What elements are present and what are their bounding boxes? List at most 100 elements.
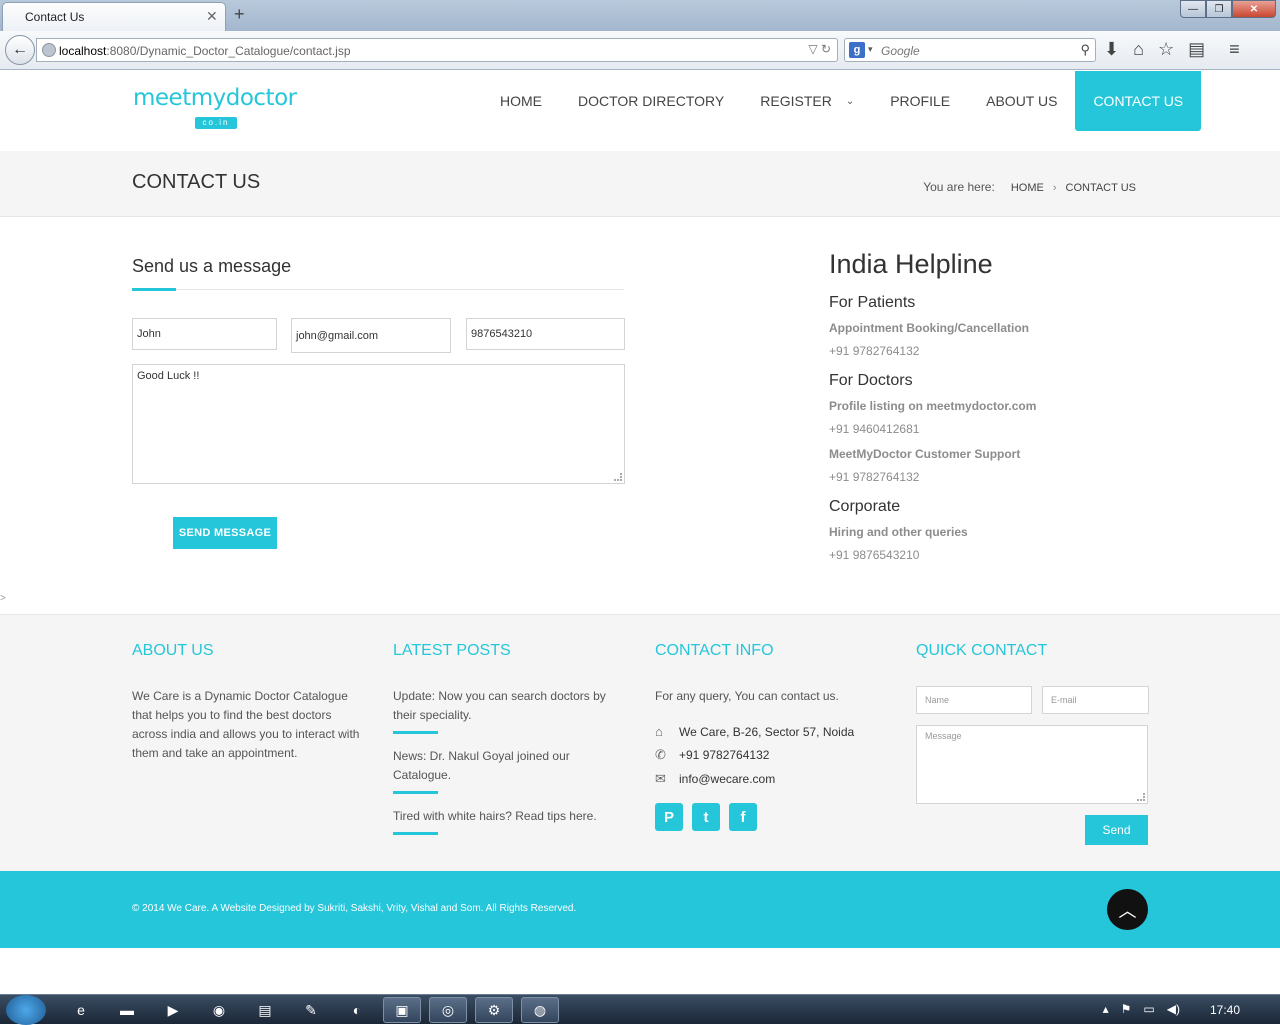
copyright-text: © 2014 We Care. A Website Designed by Su… [132, 903, 577, 914]
nav-doctor-directory[interactable]: DOCTOR DIRECTORY [560, 71, 742, 131]
post-item[interactable]: Update: Now you can search doctors by th… [393, 687, 623, 734]
nav-register-label: REGISTER [760, 93, 832, 109]
window-close-icon[interactable]: ✕ [1232, 0, 1276, 18]
doctors-heading: For Doctors [829, 372, 913, 389]
tab-title: Contact Us [25, 10, 85, 24]
message-field[interactable]: Good Luck !! [132, 364, 625, 484]
site-header: meetmydoctor co.in HOME DOCTOR DIRECTORY… [0, 71, 1280, 151]
footer-quick-title: QUICK CONTACT [916, 642, 1048, 659]
logo-subtext: co.in [195, 117, 237, 129]
globe-icon [42, 43, 56, 57]
quick-email-input[interactable]: E-mail [1042, 686, 1149, 714]
notepad-icon[interactable]: ▤ [246, 997, 284, 1023]
eclipse-icon[interactable]: ◐ [338, 997, 376, 1023]
minimize-icon[interactable]: — [1180, 0, 1206, 18]
new-tab-icon[interactable]: + [234, 4, 245, 25]
post-divider [393, 791, 438, 794]
phone-text: +91 9782764132 [679, 748, 770, 762]
network-icon[interactable]: ▭ [1143, 1002, 1154, 1016]
home-icon[interactable]: ⌂ [1133, 39, 1144, 60]
corporate-heading: Corporate [829, 498, 901, 515]
name-field[interactable]: John [132, 318, 277, 350]
reload-icon[interactable]: ▽ ↻ [808, 42, 831, 56]
bookmark-star-icon[interactable]: ☆ [1158, 39, 1174, 60]
copyright-bar: © 2014 We Care. A Website Designed by Su… [0, 871, 1280, 948]
scroll-top-icon[interactable]: ︿ [1107, 889, 1148, 930]
app-window-icon[interactable]: ▣ [383, 997, 421, 1023]
post-text: News: Dr. Nakul Goyal joined our Catalog… [393, 749, 570, 782]
helpline-title: India Helpline [829, 249, 993, 279]
editor-icon[interactable]: ✎ [292, 997, 330, 1023]
corporate-phone: +91 9876543210 [829, 548, 920, 562]
form-divider [132, 289, 624, 290]
nav-profile[interactable]: PROFILE [872, 71, 968, 131]
post-item[interactable]: Tired with white hairs? Read tips here. [393, 807, 623, 835]
phone-icon: ✆ [655, 747, 666, 762]
os-taskbar: e ▬ ▶ ◉ ▤ ✎ ◐ ▣ ◎ ⚙ ◍ ▴ ⚑ ▭ ◀) 17:40 [0, 994, 1280, 1025]
ie-icon[interactable]: e [62, 997, 100, 1023]
url-bar[interactable]: localhost:8080/Dynamic_Doctor_Catalogue/… [36, 38, 838, 62]
resize-handle-icon[interactable] [614, 473, 622, 481]
support-phone: +91 9782764132 [829, 470, 920, 484]
firefox-icon[interactable]: ◎ [429, 997, 467, 1023]
pinterest-icon[interactable]: P [655, 803, 683, 831]
twitter-icon[interactable]: t [692, 803, 720, 831]
browser-tab[interactable]: Contact Us ✕ [2, 2, 226, 31]
email-text[interactable]: info@wecare.com [679, 772, 775, 786]
resize-handle-icon[interactable] [1137, 793, 1145, 801]
reading-list-icon[interactable]: ▤ [1188, 39, 1205, 60]
quick-message-input[interactable]: Message [916, 725, 1148, 804]
flag-icon[interactable]: ⚑ [1121, 1002, 1132, 1016]
footer-posts: LATEST POSTS Update: Now you can search … [393, 642, 623, 848]
breadcrumb: You are here: HOME › CONTACT US [923, 180, 1136, 194]
nav-home[interactable]: HOME [482, 71, 560, 131]
helpline-panel: India Helpline For Patients Appointment … [829, 249, 1149, 573]
volume-icon[interactable]: ◀) [1167, 1002, 1180, 1016]
download-icon[interactable]: ⬇ [1104, 39, 1119, 60]
tab-close-icon[interactable]: ✕ [206, 8, 218, 25]
clock[interactable]: 17:40 [1210, 1003, 1240, 1017]
email-field[interactable]: john@gmail.com [291, 318, 451, 353]
nav-register[interactable]: REGISTER ⌄ [742, 71, 872, 131]
support-desc: MeetMyDoctor Customer Support [829, 447, 1021, 461]
back-arrow-icon[interactable]: ← [5, 35, 35, 65]
settings-gear-icon[interactable]: ⚙ [475, 997, 513, 1023]
doctors-desc: Profile listing on meetmydoctor.com [829, 399, 1037, 413]
chevron-down-icon: ⌄ [845, 95, 855, 107]
nav-about-us[interactable]: ABOUT US [968, 71, 1075, 131]
facebook-icon[interactable]: f [729, 803, 757, 831]
folder-icon[interactable]: ▬ [108, 997, 146, 1023]
restore-icon[interactable]: ❐ [1206, 0, 1232, 18]
browser-toolbar: ⬇ ⌂ ☆ ▤ ≡ [1104, 39, 1240, 60]
nav-contact-us[interactable]: CONTACT US [1075, 71, 1202, 131]
send-message-button[interactable]: SEND MESSAGE [173, 517, 277, 549]
breadcrumb-home[interactable]: HOME [1011, 182, 1044, 194]
post-item[interactable]: News: Dr. Nakul Goyal joined our Catalog… [393, 747, 623, 794]
breadcrumb-label: You are here: [923, 180, 995, 194]
google-icon[interactable]: g [849, 42, 865, 58]
engine-dropdown-icon[interactable]: ▾ [868, 44, 873, 55]
form-divider-accent [132, 288, 176, 291]
footer-email: ✉ info@wecare.com [655, 771, 895, 787]
site-logo[interactable]: meetmydoctor co.in [133, 85, 298, 131]
menu-icon[interactable]: ≡ [1229, 39, 1240, 60]
chrome-icon[interactable]: ◉ [200, 997, 238, 1023]
stray-text: > [0, 593, 6, 604]
social-links: P t f [655, 803, 895, 831]
url-text: localhost:8080/Dynamic_Doctor_Catalogue/… [59, 44, 351, 58]
tool-window-icon[interactable]: ◍ [521, 997, 559, 1023]
message-text: Good Luck !! [137, 370, 200, 382]
post-text: Tired with white hairs? Read tips here. [393, 809, 597, 823]
search-bar[interactable]: g ▾ Google ⚲ [844, 38, 1096, 62]
start-button-icon[interactable] [6, 995, 46, 1025]
address-text: We Care, B-26, Sector 57, Noida [679, 724, 855, 739]
form-title: Send us a message [132, 256, 292, 276]
quick-name-input[interactable]: Name [916, 686, 1032, 714]
browser-navbar: ← localhost:8080/Dynamic_Doctor_Catalogu… [0, 31, 1280, 70]
quick-send-button[interactable]: Send [1085, 815, 1148, 845]
tray-expand-icon[interactable]: ▴ [1103, 1002, 1109, 1016]
phone-field[interactable]: 9876543210 [466, 318, 625, 350]
search-icon[interactable]: ⚲ [1080, 42, 1090, 58]
patients-desc: Appointment Booking/Cancellation [829, 321, 1029, 335]
media-player-icon[interactable]: ▶ [154, 997, 192, 1023]
